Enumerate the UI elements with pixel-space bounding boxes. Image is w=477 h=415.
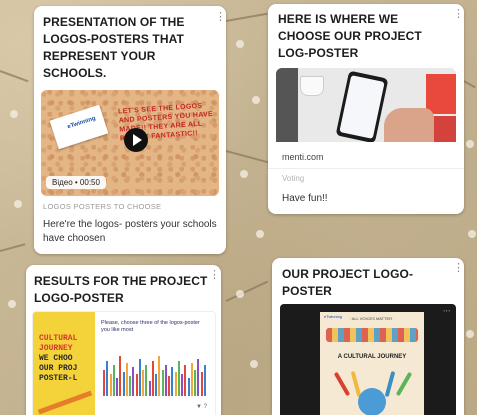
chart-bar <box>164 365 167 396</box>
chart-bar <box>203 365 206 396</box>
more-vertical-icon[interactable]: ⋮ <box>453 263 464 274</box>
viewer-toolbar: ▪ ▪ ▪ <box>443 308 450 313</box>
play-icon[interactable] <box>124 128 148 152</box>
poster-image: eTwinning · ALL VOICES MATTER · A CULTUR… <box>320 312 424 415</box>
poster-thumbnail[interactable]: ▪ ▪ ▪ eTwinning · ALL VOICES MATTER · A … <box>280 304 456 415</box>
poll-footer: ▼ ? <box>196 404 207 410</box>
post-description: Here're the logos- posters your schools … <box>43 219 217 244</box>
chart-bar <box>177 360 180 396</box>
chart-bar <box>112 365 115 396</box>
link-source[interactable]: menti.com <box>282 152 324 162</box>
video-duration-badge: Відео • 00:50 <box>46 176 106 189</box>
post-card-results[interactable]: RESULTS FOR THE PROJECT LOGO-POSTER ⋮ CU… <box>26 265 221 415</box>
divider <box>268 168 464 169</box>
link-kind: Voting <box>282 174 305 183</box>
post-title: RESULTS FOR THE PROJECT LOGO-POSTER <box>34 274 208 305</box>
post-title: PRESENTATION OF THE LOGOS-POSTERS THAT R… <box>43 15 185 80</box>
chart-bar <box>187 378 190 396</box>
chart-bar <box>184 365 187 396</box>
chart-bar <box>181 374 183 396</box>
chart-bar <box>119 356 122 396</box>
chart-bar <box>174 371 177 396</box>
post-title: HERE IS WHERE WE CHOOSE OUR PROJECT LOG-… <box>278 12 422 60</box>
chart-bar <box>194 369 196 396</box>
chart-bar <box>106 360 109 396</box>
chart-bar <box>125 363 128 396</box>
crowd-illustration <box>326 328 418 342</box>
link-preview-image[interactable] <box>276 68 456 142</box>
chart-bar <box>161 369 164 396</box>
chart-bar <box>132 367 135 396</box>
hand-shape <box>384 108 434 142</box>
more-vertical-icon[interactable]: ⋮ <box>209 270 220 281</box>
chart-bar <box>151 360 154 396</box>
post-description: Have fun!! <box>282 193 328 204</box>
smartphone-icon <box>335 70 389 142</box>
chart-bar <box>122 371 125 396</box>
poster-tagline: · ALL VOICES MATTER · <box>349 316 395 321</box>
post-card-voting[interactable]: HERE IS WHERE WE CHOOSE OUR PROJECT LOG-… <box>268 4 464 214</box>
poster-text-lines: CULTURAL JOURNEY WE CHOO OUR PROJ POSTER… <box>39 334 78 383</box>
video-thumbnail[interactable]: eTwinning LET'S SEE THE LOGOS AND POSTER… <box>41 90 219 196</box>
arm-shape <box>333 371 351 397</box>
results-thumbnail[interactable]: CULTURAL JOURNEY WE CHOO OUR PROJ POSTER… <box>32 311 216 415</box>
chart-bar <box>171 367 174 396</box>
arm-shape <box>384 370 396 398</box>
post-category: LOGOS POSTERS TO CHOOSE <box>43 202 162 211</box>
chart-bar <box>190 363 193 396</box>
chart-bar <box>116 378 118 396</box>
post-title: OUR PROJECT LOGO-POSTER <box>282 267 414 298</box>
chart-bar <box>168 376 170 396</box>
book-shape <box>426 74 456 114</box>
post-card-project-poster[interactable]: OUR PROJECT LOGO-POSTER ⋮ ▪ ▪ ▪ eTwinnin… <box>272 258 464 415</box>
chart-bar <box>109 374 112 396</box>
chart-bar <box>138 358 141 396</box>
chart-bar <box>145 365 148 396</box>
chart-bar <box>158 356 161 396</box>
more-vertical-icon[interactable]: ⋮ <box>215 12 226 23</box>
chart-bar <box>129 376 131 396</box>
poster-headline: A CULTURAL JOURNEY <box>337 354 407 360</box>
chart-bar <box>142 369 144 396</box>
results-bar-chart <box>103 352 207 396</box>
chart-bar <box>148 380 151 396</box>
chart-bar <box>103 369 105 396</box>
mug-shape <box>300 76 324 96</box>
laptop-shape <box>276 68 298 142</box>
globe-icon <box>358 388 386 415</box>
arm-shape <box>395 371 413 397</box>
chart-bar <box>197 358 200 396</box>
poll-question: Please, choose three of the logos-poster… <box>101 320 200 333</box>
chart-bar <box>155 374 157 396</box>
more-vertical-icon[interactable]: ⋮ <box>453 9 464 20</box>
chart-bar <box>135 374 138 396</box>
chart-bar <box>200 371 203 396</box>
post-card-logos-presentation[interactable]: PRESENTATION OF THE LOGOS-POSTERS THAT R… <box>34 6 226 254</box>
